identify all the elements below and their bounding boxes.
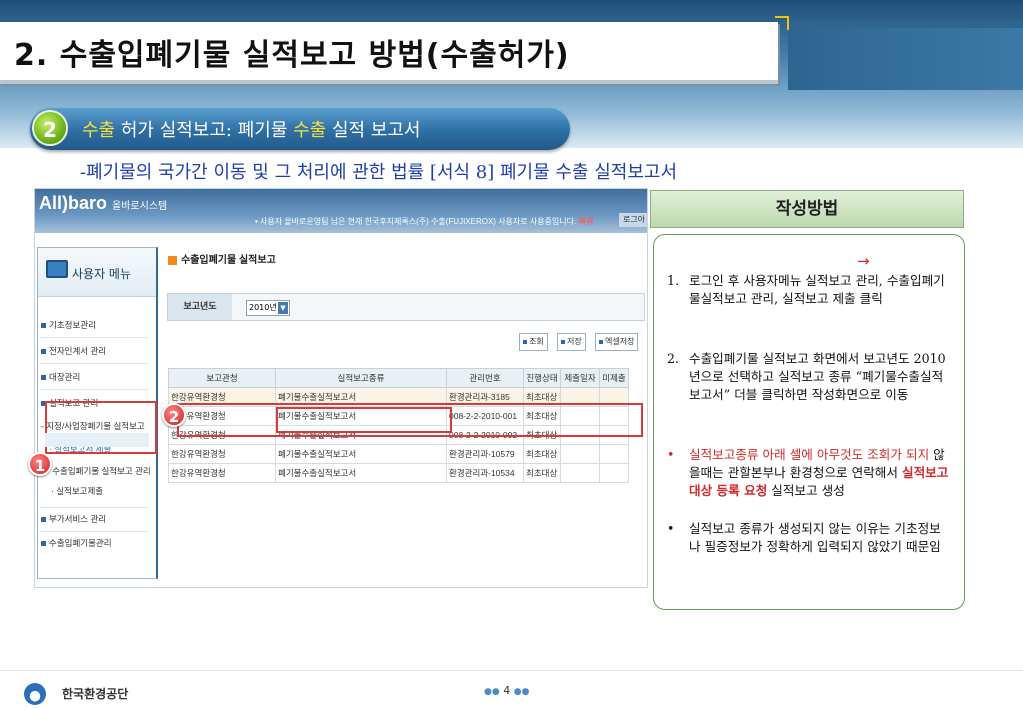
table-cell: 최초대상 <box>523 463 561 483</box>
section-heading-highlight: 수출 <box>293 120 327 141</box>
bullet-square-icon <box>41 375 46 381</box>
report-type-highlight <box>276 407 452 433</box>
table-cell: 폐기물수출실적보고서 <box>275 463 447 483</box>
return-link[interactable]: 복귀 <box>578 217 593 226</box>
user-menu-title: 사용자 메뉴 <box>72 267 132 281</box>
bullet-square-icon <box>599 339 603 344</box>
menu-item-e-manifest[interactable]: 전자인계서 관리 <box>41 345 106 357</box>
allbaro-logo: All)baro 올바로시스템 <box>39 193 168 213</box>
method-step-1: 1. 로그인 후 사용자메뉴 실적보고 관리, 수출입폐기물실적보고 관리, 실… <box>667 273 945 306</box>
menu-sub-highlight <box>45 433 149 447</box>
step-2-badge: 2 <box>162 403 186 427</box>
menu-divider <box>39 507 149 508</box>
bullet-square-icon <box>41 541 46 547</box>
table-cell <box>599 444 629 464</box>
header-side-strip <box>788 28 1023 90</box>
bullet-square-icon <box>41 517 46 523</box>
org-logo-icon <box>24 683 46 705</box>
menu-item-ledger[interactable]: 대장관리 <box>41 371 80 383</box>
col-header: 보고관청 <box>168 368 276 388</box>
right-arrow-icon: → <box>857 252 870 270</box>
menu-divider <box>39 531 149 532</box>
col-header: 관리번호 <box>446 368 524 388</box>
corner-bracket <box>775 16 789 30</box>
col-header: 제출일자 <box>560 368 600 388</box>
menu-divider <box>39 363 149 364</box>
table-cell: 폐기물수출실적보고서 <box>275 444 447 464</box>
logout-button[interactable]: 로그아 <box>619 213 647 227</box>
slide-subtitle: -폐기물의 국가간 이동 및 그 처리에 관한 법률 [서식 8] 폐기물 수출… <box>80 162 678 183</box>
page-number: ●● 4 ●● <box>484 684 530 697</box>
menu-item-import-export-report[interactable]: - 수출입폐기물 실적보고 관리 <box>47 465 151 477</box>
bullet-square-icon <box>561 339 565 344</box>
embedded-screenshot: All)baro 올바로시스템 • 사용자 올바로운영팀 님은 현재 한국후지제… <box>34 188 648 588</box>
search-button[interactable]: 조회 <box>519 333 548 351</box>
method-bullet-1: • 실적보고종류 아래 셀에 아무것도 조회가 되지 않을때는 관할본부나 환경… <box>667 447 949 498</box>
monitor-icon <box>46 260 68 278</box>
menu-item-report-submission[interactable]: · 실적보고제출 <box>51 485 103 497</box>
step-1-badge: 1 <box>28 452 52 476</box>
table-cell: 환경관리과-10534 <box>446 463 524 483</box>
table-header-row: 보고관청 실적보고종류 관리번호 진행상태 제출일자 미제출 <box>168 368 629 388</box>
method-header: 작성방법 <box>650 190 964 228</box>
menu-divider <box>39 389 149 390</box>
col-header: 진행상태 <box>523 368 561 388</box>
table-cell <box>599 463 629 483</box>
table-cell: 환경관리과-10579 <box>446 444 524 464</box>
year-select[interactable]: 2010년 ▼ <box>246 300 290 316</box>
table-cell: 최초대상 <box>523 444 561 464</box>
section-heading: 수출 허가 실적보고: 폐기물 수출 실적 보고서 <box>82 116 421 142</box>
page-icon <box>168 255 177 265</box>
col-header: 미제출 <box>599 368 629 388</box>
menu-item-import-export-waste[interactable]: 수출입폐기물관리 <box>41 537 112 549</box>
menu-divider <box>39 337 149 338</box>
section-heading-mid: 허가 실적보고: 폐기물 <box>115 120 294 141</box>
year-filter-bar: 보고년도 2010년 ▼ <box>167 293 645 321</box>
menu-item-extra-services[interactable]: 부가서비스 관리 <box>41 513 106 525</box>
screenshot-header: All)baro 올바로시스템 • 사용자 올바로운영팀 님은 현재 한국후지제… <box>35 189 647 233</box>
bullet-square-icon <box>41 349 46 355</box>
chevron-down-icon[interactable]: ▼ <box>278 302 288 314</box>
table-cell: 한강유역환경청 <box>168 463 276 483</box>
table-cell: 한강유역환경청 <box>168 444 276 464</box>
table-cell <box>560 444 600 464</box>
excel-save-button[interactable]: 엑셀저장 <box>595 333 639 351</box>
bullet-square-icon <box>41 323 46 329</box>
menu-item-basic-info[interactable]: 기초정보관리 <box>41 319 96 331</box>
year-label: 보고년도 <box>168 294 232 320</box>
section-heading-suffix: 실적 보고서 <box>326 120 421 141</box>
section-heading-prefix: 수출 <box>82 120 116 141</box>
table-row[interactable]: 한강유역환경청 폐기물수출실적보고서 환경관리과-10534 최초대상 <box>168 463 629 483</box>
slide-title: 2. 수출입폐기물 실적보고 방법(수출허가) <box>14 38 570 73</box>
method-bullet-2: • 실적보고 종류가 생성되지 않는 이유는 기초정보나 필증정보가 정확하게 … <box>667 521 941 554</box>
bullet-square-icon <box>523 339 527 344</box>
table-cell <box>560 463 600 483</box>
main-title: 수출입폐기물 실적보고 <box>168 251 276 266</box>
title-box: 2. 수출입폐기물 실적보고 방법(수출허가) <box>0 22 778 84</box>
org-name: 한국환경공단 <box>62 687 129 701</box>
user-notice: • 사용자 올바로운영팀 님은 현재 한국후지제록스(주) 수출(FUJIXER… <box>255 217 594 226</box>
method-step-2: 2. 수출입폐기물 실적보고 화면에서 보고년도 2010년으로 선택하고 실적… <box>667 351 946 402</box>
user-menu-header: 사용자 메뉴 <box>38 248 156 297</box>
save-button[interactable]: 저장 <box>557 333 586 351</box>
table-row[interactable]: 한강유역환경청 폐기물수출실적보고서 환경관리과-10579 최초대상 <box>168 444 629 464</box>
section-number-badge: 2 <box>32 110 68 146</box>
col-header: 실적보고종류 <box>275 368 447 388</box>
